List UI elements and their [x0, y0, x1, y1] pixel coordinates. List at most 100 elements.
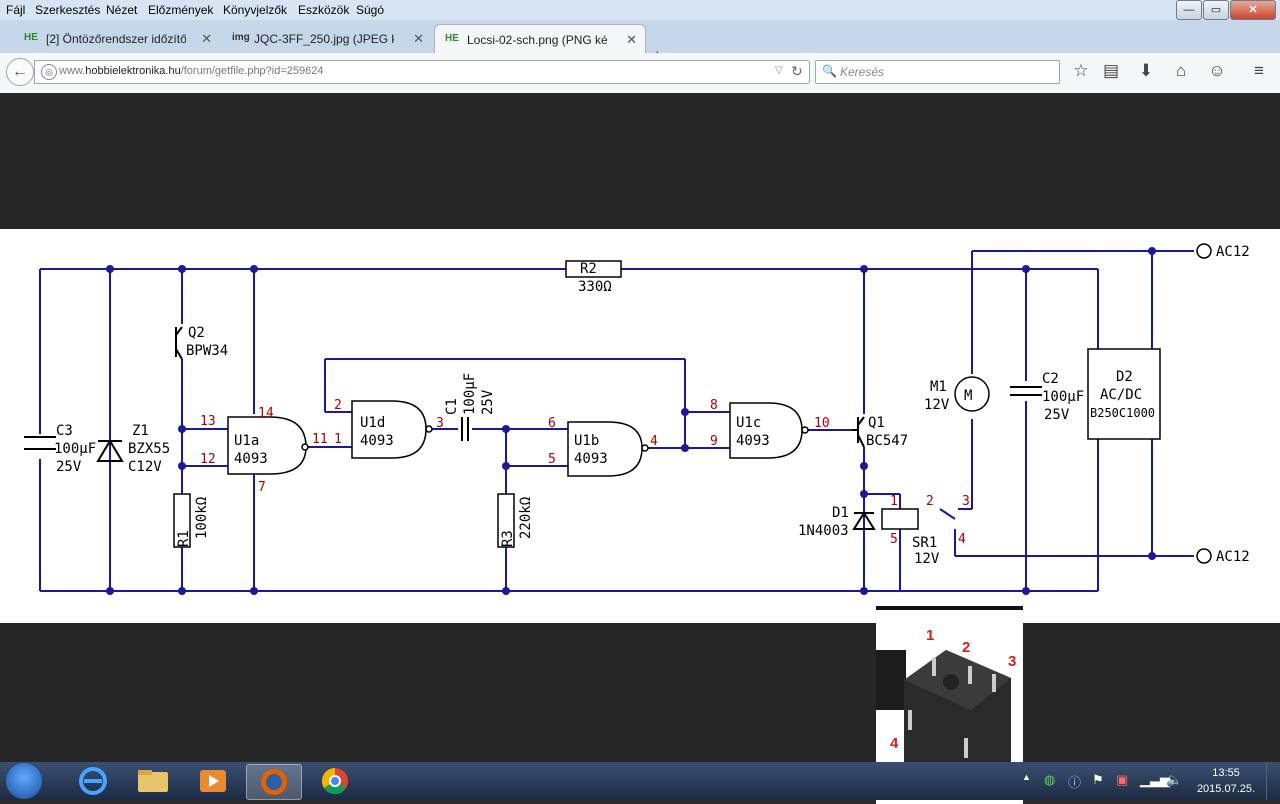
menu-edit[interactable]: Szerkesztés [35, 3, 100, 17]
close-window-button[interactable]: ✕ [1230, 0, 1276, 20]
download-icon[interactable]: ⬇ [1136, 61, 1156, 81]
ac12-top-label: AC12 [1216, 244, 1250, 260]
schematic-image: R2 330Ω Q2 BPW34 C3 100µF 25V Z1 BZX55 C… [0, 229, 1280, 623]
motor-m-symbol: M [964, 388, 972, 404]
tab-irrigation-timer[interactable]: HE [2] Öntözőrendszer időzítő ... ✕ [14, 24, 220, 53]
r3-value: 220kΩ [518, 497, 534, 539]
firefox-icon[interactable] [246, 764, 302, 800]
utorrent-icon[interactable]: ◍ [1044, 772, 1055, 788]
pin-13: 13 [200, 414, 216, 429]
minimize-button[interactable]: — [1176, 0, 1202, 20]
d1-value: 1N4003 [798, 523, 849, 539]
photo-pin-2: 2 [962, 639, 970, 656]
url-host: hobbielektronika.hu [85, 65, 181, 77]
u1d-inverter-bubble [425, 425, 433, 433]
hamburger-menu-icon[interactable]: ≡ [1249, 61, 1269, 81]
pin-8: 8 [710, 398, 718, 413]
tab-schematic-png[interactable]: HE Locsi-02-sch.png (PNG ké... ✕ [434, 24, 646, 54]
u1b-label: U1b [574, 433, 599, 449]
media-player-icon[interactable] [186, 764, 240, 798]
r2-value: 330Ω [578, 279, 612, 295]
file-explorer-icon[interactable] [126, 764, 180, 798]
globe-icon: ◎ [41, 64, 57, 80]
c1-label: C1 [444, 398, 460, 415]
sr1-value: 12V [914, 551, 940, 567]
u1a-value: 4093 [234, 451, 268, 467]
dropdown-arrow-icon[interactable]: ▽ [775, 65, 783, 76]
components [173, 260, 1161, 548]
pin-12: 12 [200, 452, 216, 467]
power-icon[interactable]: ▣ [1116, 772, 1128, 788]
u1d-value: 4093 [360, 433, 394, 449]
tab-title: Locsi-02-sch.png (PNG ké... [467, 33, 607, 47]
reading-list-icon[interactable]: ▤ [1101, 61, 1121, 81]
u1c-label: U1c [736, 415, 761, 431]
tab-close-icon[interactable]: ✕ [413, 31, 424, 47]
url-text: www.hobbielektronika.hu/forum/getfile.ph… [59, 65, 324, 77]
home-icon[interactable]: ⌂ [1171, 61, 1191, 81]
pin-1: 1 [334, 432, 342, 447]
tab-relay-jpeg[interactable]: img JQC-3FF_250.jpg (JPEG kép... ✕ [222, 24, 432, 53]
search-icon: 🔍 [822, 64, 837, 78]
pin-4: 4 [650, 434, 658, 449]
menu-bar: Fájl Szerkesztés Nézet Előzmények Könyvj… [0, 0, 1280, 20]
pin-10: 10 [814, 416, 830, 431]
internet-explorer-icon[interactable] [66, 764, 120, 798]
flag-icon[interactable]: ⚑ [1092, 772, 1104, 788]
c2-label: C2 [1042, 371, 1059, 387]
r1-value: 100kΩ [194, 497, 210, 539]
u1b-gate [567, 421, 643, 477]
pin-14: 14 [258, 406, 274, 421]
chrome-icon[interactable] [308, 764, 362, 798]
photo-pin-1: 1 [926, 627, 934, 644]
q2-value: BPW34 [186, 343, 228, 359]
q2-label: Q2 [188, 325, 205, 341]
tray-expand-icon[interactable]: ▲ [1022, 772, 1031, 782]
pin-6: 6 [548, 416, 556, 431]
r3-label: R3 [500, 530, 516, 547]
reload-icon[interactable]: ↻ [791, 63, 803, 80]
component-labels: R2 330Ω Q2 BPW34 C3 100µF 25V Z1 BZX55 C… [54, 244, 1250, 567]
tab-close-icon[interactable]: ✕ [626, 32, 637, 48]
menu-file[interactable]: Fájl [6, 3, 25, 17]
search-placeholder: Keresés [840, 65, 885, 79]
photo-pin-3: 3 [1008, 653, 1016, 670]
tab-title: JQC-3FF_250.jpg (JPEG kép... [254, 32, 394, 46]
c3-value1: 100µF [54, 441, 96, 457]
relay-pin-2: 2 [926, 494, 934, 509]
d2-value2: B250C1000 [1090, 406, 1155, 420]
tab-close-icon[interactable]: ✕ [201, 31, 212, 47]
clock-time: 13:55 [1212, 767, 1240, 779]
system-clock[interactable]: 13:55 2015.07.25. [1194, 765, 1258, 797]
r1-label: R1 [176, 530, 192, 547]
sr1-label: SR1 [912, 535, 937, 551]
bookmark-star-icon[interactable]: ☆ [1071, 61, 1091, 81]
d1-label: D1 [832, 505, 849, 521]
menu-view[interactable]: Nézet [106, 3, 137, 17]
menu-bookmarks[interactable]: Könyvjelzők [223, 3, 287, 17]
c3-label: C3 [56, 423, 73, 439]
start-button[interactable] [6, 763, 42, 799]
show-desktop-button[interactable] [1266, 762, 1280, 800]
u1a-inverter-bubble [301, 443, 309, 451]
pin-2: 2 [334, 398, 342, 413]
menu-history[interactable]: Előzmények [148, 3, 213, 17]
u1c-inverter-bubble [801, 426, 809, 434]
sr1-relay-coil [881, 508, 919, 530]
maximize-button[interactable]: ▭ [1203, 0, 1229, 20]
pin-9: 9 [710, 434, 718, 449]
menu-tools[interactable]: Eszközök [298, 3, 349, 17]
volume-icon[interactable]: 🔈 [1166, 772, 1182, 788]
search-bar[interactable]: 🔍 Keresés [815, 60, 1060, 84]
navigation-bar: ← ◎ www.hobbielektronika.hu/forum/getfil… [0, 53, 1280, 94]
chat-icon[interactable]: ☺ [1207, 61, 1227, 81]
m1-label: M1 [930, 379, 947, 395]
pin-7: 7 [258, 480, 266, 495]
c1-value1: 100µF [462, 373, 478, 415]
info-icon[interactable]: ⓘ [1068, 772, 1081, 791]
menu-help[interactable]: Súgó [356, 3, 384, 17]
url-bar[interactable]: ◎ www.hobbielektronika.hu/forum/getfile.… [34, 60, 810, 84]
c3-value2: 25V [56, 459, 82, 475]
u1d-label: U1d [360, 415, 385, 431]
back-button[interactable]: ← [6, 58, 34, 86]
